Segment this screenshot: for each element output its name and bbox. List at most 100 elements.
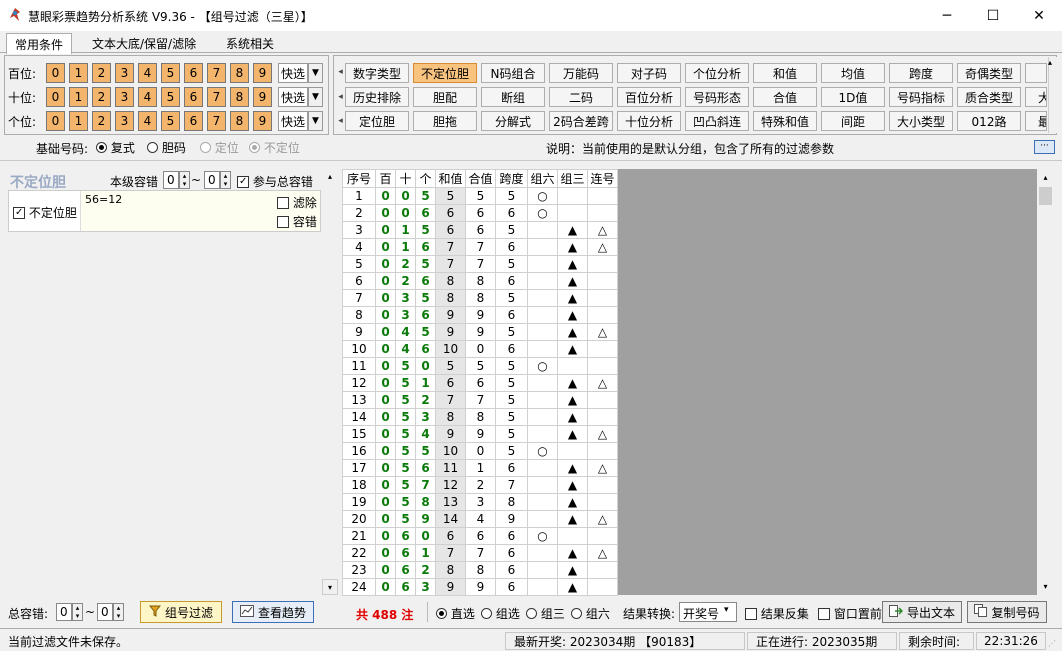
condition-button[interactable]: 不定位胆: [413, 63, 477, 83]
scroll-up-icon[interactable]: ▴: [322, 169, 338, 185]
condition-button[interactable]: 质合类型: [957, 87, 1021, 107]
digit-button[interactable]: 1: [69, 87, 88, 107]
table-row[interactable]: 18 0 5 7 12 2 7 ▲: [342, 476, 618, 494]
column-header[interactable]: 合值: [465, 169, 496, 188]
column-header[interactable]: 跨度: [495, 169, 528, 188]
condition-button[interactable]: 凹凸斜连: [685, 111, 749, 131]
table-row[interactable]: 22 0 6 1 7 7 6 ▲ △: [342, 544, 618, 562]
digit-button[interactable]: 1: [69, 111, 88, 131]
digit-button[interactable]: 5: [161, 63, 180, 83]
chevron-down-icon[interactable]: ▼: [308, 87, 323, 107]
digit-button[interactable]: 3: [115, 63, 134, 83]
close-button[interactable]: ✕: [1016, 0, 1062, 31]
table-row[interactable]: 24 0 6 3 9 9 6 ▲: [342, 578, 618, 596]
condition-button[interactable]: 均值: [821, 63, 885, 83]
digit-button[interactable]: 1: [69, 63, 88, 83]
condition-value[interactable]: 56=12: [85, 193, 122, 206]
scroll-left-icon[interactable]: ◂: [336, 60, 345, 84]
pin-window-checkbox[interactable]: 窗口置前: [818, 605, 882, 622]
resize-grip-icon[interactable]: ⋰: [1048, 639, 1056, 648]
digit-button[interactable]: 7: [207, 63, 226, 83]
digit-button[interactable]: 4: [138, 63, 157, 83]
condition-scrollbar[interactable]: ▴ ▾: [322, 169, 338, 596]
condition-button[interactable]: 跨度: [889, 63, 953, 83]
scroll-left-icon[interactable]: ◂: [336, 85, 345, 109]
digit-button[interactable]: 0: [46, 63, 65, 83]
condition-button[interactable]: 间距: [821, 111, 885, 131]
table-row[interactable]: 20 0 5 9 14 4 9 ▲ △: [342, 510, 618, 528]
minimize-button[interactable]: ─: [924, 0, 970, 31]
digit-button[interactable]: 9: [253, 111, 272, 131]
condition-button[interactable]: 和值: [753, 63, 817, 83]
condition-panel-scrollbar[interactable]: [1048, 57, 1057, 133]
group-filter-button[interactable]: 组号过滤: [140, 601, 222, 623]
more-options-button[interactable]: ···: [1034, 140, 1055, 154]
digit-button[interactable]: 8: [230, 111, 249, 131]
copy-numbers-button[interactable]: 复制号码: [967, 601, 1047, 623]
spin-arrows-icon[interactable]: ▴ ▾: [179, 171, 190, 189]
column-header[interactable]: 组三: [557, 169, 588, 188]
participate-checkbox[interactable]: 参与总容错: [237, 173, 313, 190]
maximize-button[interactable]: ☐: [970, 0, 1016, 31]
column-header[interactable]: 和值: [435, 169, 466, 188]
digit-button[interactable]: 5: [161, 111, 180, 131]
table-row[interactable]: 7 0 3 5 8 8 5 ▲: [342, 289, 618, 307]
scroll-down-icon[interactable]: ▾: [1037, 578, 1054, 595]
table-row[interactable]: 15 0 5 4 9 9 5 ▲ △: [342, 425, 618, 443]
column-header[interactable]: 序号: [342, 169, 376, 188]
mode-zuliu[interactable]: 组六: [571, 605, 610, 622]
chevron-down-icon[interactable]: ▼: [308, 63, 323, 83]
table-row[interactable]: 3 0 1 5 6 6 5 ▲ △: [342, 221, 618, 239]
filter-out-checkbox[interactable]: 滤除: [277, 194, 317, 211]
digit-button[interactable]: 4: [138, 87, 157, 107]
tab-common-conditions[interactable]: 常用条件: [6, 33, 73, 54]
base-option-danma[interactable]: 胆码: [147, 139, 186, 156]
tab-system[interactable]: 系统相关: [218, 33, 282, 53]
condition-button[interactable]: N码组合: [481, 63, 545, 83]
table-row[interactable]: 4 0 1 6 7 7 6 ▲ △: [342, 238, 618, 256]
table-row[interactable]: 13 0 5 2 7 7 5 ▲: [342, 391, 618, 409]
column-header[interactable]: 十: [395, 169, 416, 188]
table-row[interactable]: 14 0 5 3 8 8 5 ▲: [342, 408, 618, 426]
condition-button[interactable]: 二码: [549, 87, 613, 107]
condition-button[interactable]: 定位胆: [345, 111, 409, 131]
mode-zhixuan[interactable]: 直选: [436, 605, 475, 622]
chevron-down-icon[interactable]: ▼: [308, 111, 323, 131]
view-trend-button[interactable]: 查看趋势: [232, 601, 314, 623]
tab-text-base[interactable]: 文本大底/保留/滤除: [84, 33, 204, 53]
condition-button-partial[interactable]: 最: [1025, 111, 1047, 131]
digit-button[interactable]: 6: [184, 63, 203, 83]
condition-button[interactable]: 号码形态: [685, 87, 749, 107]
condition-button[interactable]: 百位分析: [617, 87, 681, 107]
digit-button[interactable]: 2: [92, 111, 111, 131]
scroll-up-icon[interactable]: ▴: [1048, 58, 1052, 67]
condition-button[interactable]: 个位分析: [685, 63, 749, 83]
column-header[interactable]: 连号: [587, 169, 618, 188]
condition-item-name[interactable]: 不定位胆: [9, 191, 81, 231]
invert-result-checkbox[interactable]: 结果反集: [745, 605, 809, 622]
table-row[interactable]: 1 0 0 5 5 5 5 ○: [342, 187, 618, 205]
export-text-button[interactable]: 导出文本: [882, 601, 962, 623]
table-row[interactable]: 6 0 2 6 8 8 6 ▲: [342, 272, 618, 290]
condition-button-partial[interactable]: [1025, 63, 1047, 83]
tolerance-checkbox[interactable]: 容错: [277, 213, 317, 230]
digit-button[interactable]: 4: [138, 111, 157, 131]
table-row[interactable]: 11 0 5 0 5 5 5 ○: [342, 357, 618, 375]
convert-select[interactable]: 开奖号 ▾: [679, 602, 737, 622]
total-tol-from-input[interactable]: 0: [56, 603, 72, 621]
scroll-down-icon[interactable]: ▾: [322, 579, 338, 595]
digit-button[interactable]: 2: [92, 87, 111, 107]
scroll-up-icon[interactable]: ▴: [1037, 169, 1054, 186]
grid-scrollbar[interactable]: ▴ ▾: [1037, 169, 1054, 595]
condition-button[interactable]: 奇偶类型: [957, 63, 1021, 83]
digit-button[interactable]: 3: [115, 111, 134, 131]
condition-button[interactable]: 断组: [481, 87, 545, 107]
digit-button[interactable]: 3: [115, 87, 134, 107]
condition-button[interactable]: 号码指标: [889, 87, 953, 107]
table-row[interactable]: 12 0 5 1 6 6 5 ▲ △: [342, 374, 618, 392]
digit-button[interactable]: 2: [92, 63, 111, 83]
table-row[interactable]: 19 0 5 8 13 3 8 ▲: [342, 493, 618, 511]
table-row[interactable]: 17 0 5 6 11 1 6 ▲ △: [342, 459, 618, 477]
condition-button[interactable]: 胆配: [413, 87, 477, 107]
digit-button[interactable]: 0: [46, 111, 65, 131]
